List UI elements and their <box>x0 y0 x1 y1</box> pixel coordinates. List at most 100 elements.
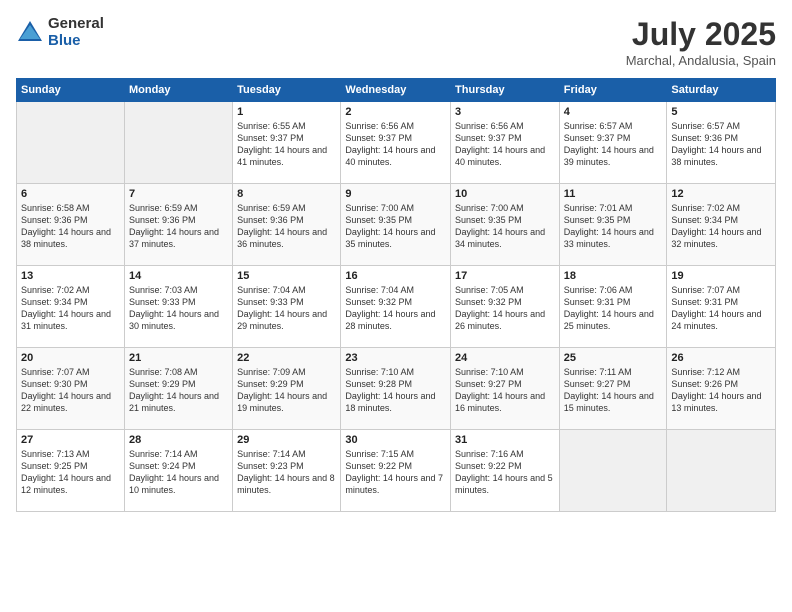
logo-general-text: General <box>48 16 104 33</box>
day-num-4-0: 27 <box>21 434 120 446</box>
day-num-2-0: 13 <box>21 270 120 282</box>
day-num-1-2: 8 <box>237 188 336 200</box>
calendar-table: Sunday Monday Tuesday Wednesday Thursday… <box>16 78 776 512</box>
day-info-4-4: Sunrise: 7:16 AM Sunset: 9:22 PM Dayligh… <box>455 448 555 497</box>
header: General Blue July 2025 Marchal, Andalusi… <box>16 16 776 68</box>
day-info-2-5: Sunrise: 7:06 AM Sunset: 9:31 PM Dayligh… <box>564 284 663 333</box>
day-num-3-6: 26 <box>671 352 771 364</box>
logo-text: General Blue <box>48 16 104 49</box>
header-wednesday: Wednesday <box>341 79 451 102</box>
day-info-3-2: Sunrise: 7:09 AM Sunset: 9:29 PM Dayligh… <box>237 366 336 415</box>
day-num-2-1: 14 <box>129 270 228 282</box>
cell-1-1: 7 Sunrise: 6:59 AM Sunset: 9:36 PM Daylig… <box>124 184 232 266</box>
cell-0-3: 2 Sunrise: 6:56 AM Sunset: 9:37 PM Daylig… <box>341 102 451 184</box>
day-num-1-5: 11 <box>564 188 663 200</box>
cell-2-4: 17 Sunrise: 7:05 AM Sunset: 9:32 PM Dayli… <box>451 266 560 348</box>
cell-2-5: 18 Sunrise: 7:06 AM Sunset: 9:31 PM Dayli… <box>559 266 667 348</box>
cell-3-1: 21 Sunrise: 7:08 AM Sunset: 9:29 PM Dayli… <box>124 348 232 430</box>
day-num-0-5: 4 <box>564 106 663 118</box>
cell-0-4: 3 Sunrise: 6:56 AM Sunset: 9:37 PM Daylig… <box>451 102 560 184</box>
day-num-0-3: 2 <box>345 106 446 118</box>
day-num-4-2: 29 <box>237 434 336 446</box>
day-info-3-6: Sunrise: 7:12 AM Sunset: 9:26 PM Dayligh… <box>671 366 771 415</box>
cell-1-0: 6 Sunrise: 6:58 AM Sunset: 9:36 PM Daylig… <box>17 184 125 266</box>
cell-3-2: 22 Sunrise: 7:09 AM Sunset: 9:29 PM Dayli… <box>233 348 341 430</box>
day-num-4-4: 31 <box>455 434 555 446</box>
week-row-0: 1 Sunrise: 6:55 AM Sunset: 9:37 PM Daylig… <box>17 102 776 184</box>
cell-4-2: 29Sunrise: 7:14 AM Sunset: 9:23 PM Dayli… <box>233 430 341 512</box>
cell-1-5: 11 Sunrise: 7:01 AM Sunset: 9:35 PM Dayli… <box>559 184 667 266</box>
cell-2-3: 16 Sunrise: 7:04 AM Sunset: 9:32 PM Dayli… <box>341 266 451 348</box>
day-info-2-1: Sunrise: 7:03 AM Sunset: 9:33 PM Dayligh… <box>129 284 228 333</box>
day-num-3-1: 21 <box>129 352 228 364</box>
header-friday: Friday <box>559 79 667 102</box>
week-row-4: 27Sunrise: 7:13 AM Sunset: 9:25 PM Dayli… <box>17 430 776 512</box>
title-block: July 2025 Marchal, Andalusia, Spain <box>626 16 776 68</box>
calendar-header: Sunday Monday Tuesday Wednesday Thursday… <box>17 79 776 102</box>
header-sunday: Sunday <box>17 79 125 102</box>
cell-2-0: 13 Sunrise: 7:02 AM Sunset: 9:34 PM Dayli… <box>17 266 125 348</box>
day-info-0-4: Sunrise: 6:56 AM Sunset: 9:37 PM Dayligh… <box>455 120 555 169</box>
header-monday: Monday <box>124 79 232 102</box>
day-info-3-5: Sunrise: 7:11 AM Sunset: 9:27 PM Dayligh… <box>564 366 663 415</box>
cell-4-0: 27Sunrise: 7:13 AM Sunset: 9:25 PM Dayli… <box>17 430 125 512</box>
cell-1-4: 10Sunrise: 7:00 AM Sunset: 9:35 PM Dayli… <box>451 184 560 266</box>
cell-3-3: 23Sunrise: 7:10 AM Sunset: 9:28 PM Dayli… <box>341 348 451 430</box>
week-row-2: 13 Sunrise: 7:02 AM Sunset: 9:34 PM Dayli… <box>17 266 776 348</box>
day-num-0-2: 1 <box>237 106 336 118</box>
day-num-1-6: 12 <box>671 188 771 200</box>
week-row-3: 20 Sunrise: 7:07 AM Sunset: 9:30 PM Dayli… <box>17 348 776 430</box>
cell-2-2: 15Sunrise: 7:04 AM Sunset: 9:33 PM Dayli… <box>233 266 341 348</box>
logo-icon <box>16 19 44 47</box>
day-info-4-3: Sunrise: 7:15 AM Sunset: 9:22 PM Dayligh… <box>345 448 446 497</box>
cell-0-6: 5Sunrise: 6:57 AM Sunset: 9:36 PM Daylig… <box>667 102 776 184</box>
day-info-3-1: Sunrise: 7:08 AM Sunset: 9:29 PM Dayligh… <box>129 366 228 415</box>
day-info-2-6: Sunrise: 7:07 AM Sunset: 9:31 PM Dayligh… <box>671 284 771 333</box>
day-info-2-0: Sunrise: 7:02 AM Sunset: 9:34 PM Dayligh… <box>21 284 120 333</box>
day-info-0-5: Sunrise: 6:57 AM Sunset: 9:37 PM Dayligh… <box>564 120 663 169</box>
cell-4-3: 30Sunrise: 7:15 AM Sunset: 9:22 PM Dayli… <box>341 430 451 512</box>
day-info-3-4: Sunrise: 7:10 AM Sunset: 9:27 PM Dayligh… <box>455 366 555 415</box>
cell-2-1: 14 Sunrise: 7:03 AM Sunset: 9:33 PM Dayli… <box>124 266 232 348</box>
cell-2-6: 19 Sunrise: 7:07 AM Sunset: 9:31 PM Dayli… <box>667 266 776 348</box>
day-info-2-3: Sunrise: 7:04 AM Sunset: 9:32 PM Dayligh… <box>345 284 446 333</box>
day-num-2-4: 17 <box>455 270 555 282</box>
day-num-0-4: 3 <box>455 106 555 118</box>
location: Marchal, Andalusia, Spain <box>626 53 776 68</box>
day-info-1-6: Sunrise: 7:02 AM Sunset: 9:34 PM Dayligh… <box>671 202 771 251</box>
day-num-3-0: 20 <box>21 352 120 364</box>
day-info-0-3: Sunrise: 6:56 AM Sunset: 9:37 PM Dayligh… <box>345 120 446 169</box>
logo: General Blue <box>16 16 104 49</box>
day-info-0-2: Sunrise: 6:55 AM Sunset: 9:37 PM Dayligh… <box>237 120 336 169</box>
day-info-2-4: Sunrise: 7:05 AM Sunset: 9:32 PM Dayligh… <box>455 284 555 333</box>
day-info-1-1: Sunrise: 6:59 AM Sunset: 9:36 PM Dayligh… <box>129 202 228 251</box>
cell-0-0 <box>17 102 125 184</box>
day-num-2-5: 18 <box>564 270 663 282</box>
day-info-1-2: Sunrise: 6:59 AM Sunset: 9:36 PM Dayligh… <box>237 202 336 251</box>
day-num-1-0: 6 <box>21 188 120 200</box>
day-info-1-0: Sunrise: 6:58 AM Sunset: 9:36 PM Dayligh… <box>21 202 120 251</box>
day-info-1-4: Sunrise: 7:00 AM Sunset: 9:35 PM Dayligh… <box>455 202 555 251</box>
header-saturday: Saturday <box>667 79 776 102</box>
day-info-3-0: Sunrise: 7:07 AM Sunset: 9:30 PM Dayligh… <box>21 366 120 415</box>
day-num-2-6: 19 <box>671 270 771 282</box>
day-num-2-3: 16 <box>345 270 446 282</box>
week-row-1: 6 Sunrise: 6:58 AM Sunset: 9:36 PM Daylig… <box>17 184 776 266</box>
cell-3-6: 26 Sunrise: 7:12 AM Sunset: 9:26 PM Dayli… <box>667 348 776 430</box>
day-num-3-4: 24 <box>455 352 555 364</box>
cell-3-0: 20 Sunrise: 7:07 AM Sunset: 9:30 PM Dayli… <box>17 348 125 430</box>
day-info-1-5: Sunrise: 7:01 AM Sunset: 9:35 PM Dayligh… <box>564 202 663 251</box>
cell-1-6: 12 Sunrise: 7:02 AM Sunset: 9:34 PM Dayli… <box>667 184 776 266</box>
header-row: Sunday Monday Tuesday Wednesday Thursday… <box>17 79 776 102</box>
day-info-4-1: Sunrise: 7:14 AM Sunset: 9:24 PM Dayligh… <box>129 448 228 497</box>
day-num-3-2: 22 <box>237 352 336 364</box>
cell-0-5: 4 Sunrise: 6:57 AM Sunset: 9:37 PM Daylig… <box>559 102 667 184</box>
day-info-0-6: Sunrise: 6:57 AM Sunset: 9:36 PM Dayligh… <box>671 120 771 169</box>
cell-4-5 <box>559 430 667 512</box>
calendar-body: 1 Sunrise: 6:55 AM Sunset: 9:37 PM Daylig… <box>17 102 776 512</box>
day-num-3-3: 23 <box>345 352 446 364</box>
day-num-2-2: 15 <box>237 270 336 282</box>
cell-0-2: 1 Sunrise: 6:55 AM Sunset: 9:37 PM Daylig… <box>233 102 341 184</box>
day-num-1-1: 7 <box>129 188 228 200</box>
header-thursday: Thursday <box>451 79 560 102</box>
